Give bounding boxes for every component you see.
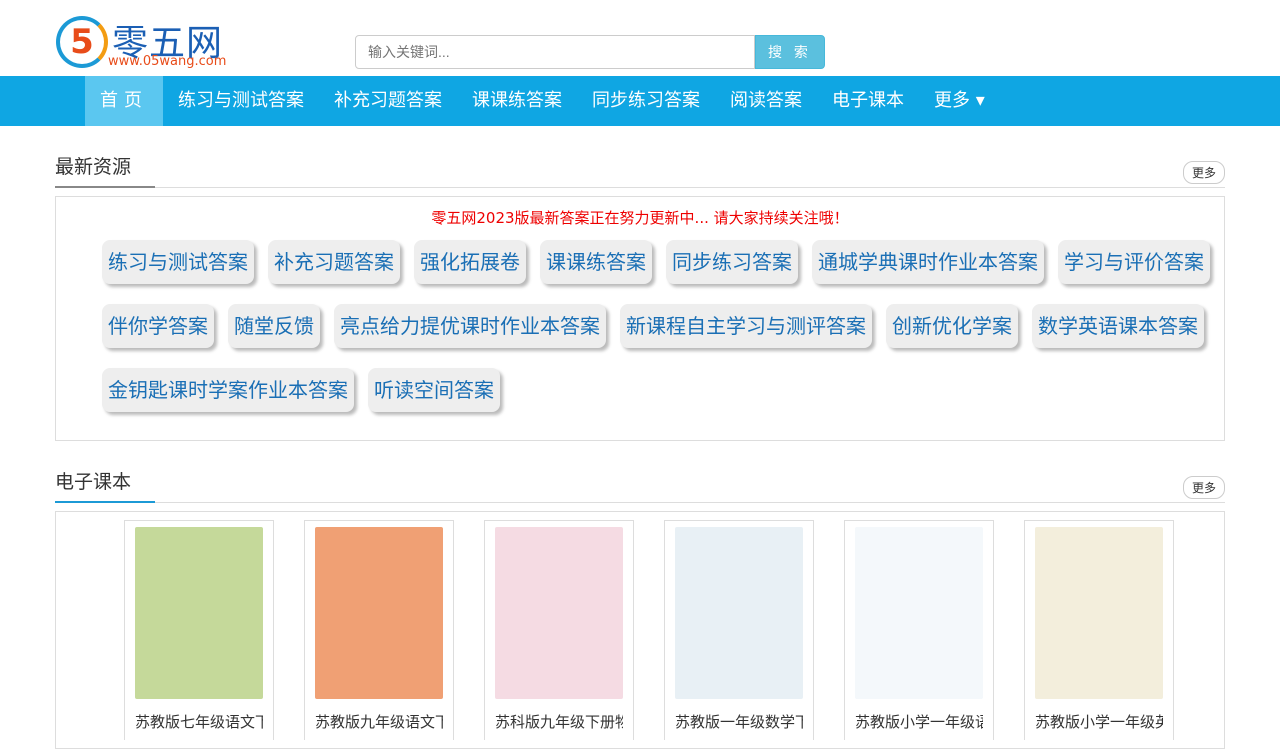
book-cover[interactable]: [1035, 527, 1163, 699]
book-title[interactable]: 苏教版小学一年级语: [855, 711, 983, 732]
tag-link[interactable]: 学习与评价答案: [1058, 240, 1210, 284]
book-title[interactable]: 苏教版一年级数学下: [675, 711, 803, 732]
tag-link[interactable]: 随堂反馈: [228, 304, 320, 348]
nav-item[interactable]: 练习与测试答案: [163, 76, 319, 126]
book-cover[interactable]: [855, 527, 983, 699]
book-cover[interactable]: [315, 527, 443, 699]
tag-link[interactable]: 金钥匙课时学案作业本答案: [102, 368, 354, 412]
book-title[interactable]: 苏教版九年级语文下: [315, 711, 443, 732]
book-card[interactable]: 苏教版小学一年级英: [1024, 520, 1174, 740]
book-card[interactable]: 苏教版小学一年级语: [844, 520, 994, 740]
book-card[interactable]: 苏教版九年级语文下: [304, 520, 454, 740]
latest-section: 最新资源 更多 零五网2023版最新答案正在努力更新中... 请大家持续关注哦！…: [55, 154, 1225, 441]
search-bar: 搜 索: [355, 35, 825, 69]
book-card[interactable]: 苏教版七年级语文下: [124, 520, 274, 740]
nav-item[interactable]: 阅读答案: [715, 76, 817, 126]
tag-link[interactable]: 练习与测试答案: [102, 240, 254, 284]
nav-item[interactable]: 电子课本: [817, 76, 919, 126]
tag-link[interactable]: 亮点给力提优课时作业本答案: [334, 304, 606, 348]
book-card[interactable]: 苏教版一年级数学下: [664, 520, 814, 740]
nav-home[interactable]: 首页: [85, 76, 163, 126]
logo[interactable]: 5 零五网 www.05wang.com: [56, 14, 232, 72]
logo-mark: 5: [56, 16, 108, 68]
tag-link[interactable]: 同步练习答案: [666, 240, 798, 284]
notice: 零五网2023版最新答案正在努力更新中... 请大家持续关注哦！: [431, 209, 849, 227]
book-cover[interactable]: [675, 527, 803, 699]
nav-item[interactable]: 同步练习答案: [577, 76, 715, 126]
section-title: 最新资源: [55, 154, 155, 188]
tag-link[interactable]: 新课程自主学习与测评答案: [620, 304, 872, 348]
nav-more-dropdown[interactable]: 更多 ▾: [919, 76, 1000, 126]
tag-link[interactable]: 通城学典课时作业本答案: [812, 240, 1044, 284]
main-nav: 首页 练习与测试答案 补充习题答案 课课练答案 同步练习答案 阅读答案 电子课本…: [0, 76, 1280, 126]
book-card[interactable]: 苏科版九年级下册物: [484, 520, 634, 740]
book-cover[interactable]: [135, 527, 263, 699]
tag-link[interactable]: 数学英语课本答案: [1032, 304, 1204, 348]
book-title[interactable]: 苏教版七年级语文下: [135, 711, 263, 732]
book-cover[interactable]: [495, 527, 623, 699]
header: 5 零五网 www.05wang.com 搜 索: [0, 0, 1280, 76]
tag-link[interactable]: 创新优化学案: [886, 304, 1018, 348]
book-title[interactable]: 苏教版小学一年级英: [1035, 711, 1163, 732]
book-title[interactable]: 苏科版九年级下册物: [495, 711, 623, 732]
section-title: 电子课本: [55, 469, 155, 503]
tag-link[interactable]: 补充习题答案: [268, 240, 400, 284]
logo-url: www.05wang.com: [108, 54, 227, 69]
ebooks-section: 电子课本 更多 苏教版七年级语文下 苏教版九年级语文下 苏科版九年级下册物 苏教版一年…: [55, 469, 1225, 749]
tag-link[interactable]: 伴你学答案: [102, 304, 214, 348]
tag-list: 练习与测试答案 补充习题答案 强化拓展卷 课课练答案 同步练习答案 通城学典课时作业本答案…: [56, 240, 1224, 432]
tag-link[interactable]: 强化拓展卷: [414, 240, 526, 284]
nav-item[interactable]: 课课练答案: [457, 76, 577, 126]
book-list: 苏教版七年级语文下 苏教版九年级语文下 苏科版九年级下册物 苏教版一年级数学下 苏教版小…: [56, 520, 1224, 740]
tag-link[interactable]: 听读空间答案: [368, 368, 500, 412]
tag-link[interactable]: 课课练答案: [540, 240, 652, 284]
search-button[interactable]: 搜 索: [755, 35, 825, 69]
more-button[interactable]: 更多: [1182, 476, 1225, 499]
more-button[interactable]: 更多: [1182, 161, 1225, 184]
search-input[interactable]: [355, 35, 755, 69]
nav-item[interactable]: 补充习题答案: [319, 76, 457, 126]
